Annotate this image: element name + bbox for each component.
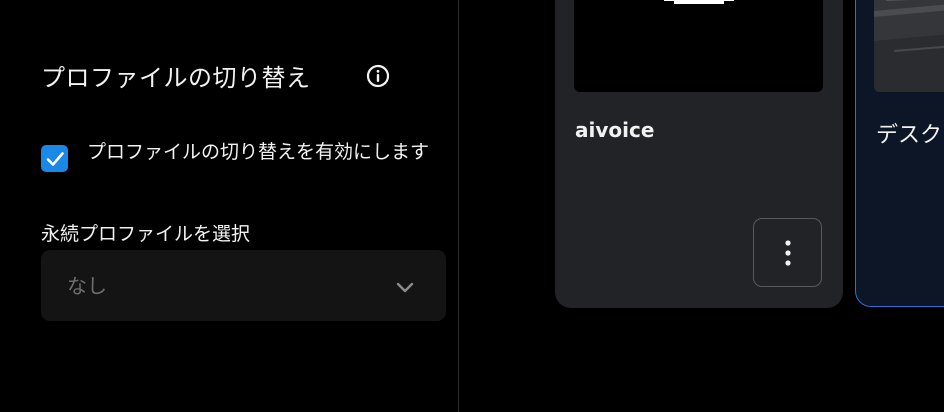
profile-card-selected[interactable]: デスク: [855, 0, 944, 307]
panel-divider: [458, 0, 459, 412]
info-icon[interactable]: [366, 64, 390, 88]
section-title: プロファイルの切り替え: [41, 64, 311, 92]
white-circle-logo-icon: [664, 0, 734, 4]
desk-photo-image: [874, 0, 944, 92]
profile-card-name: デスク: [876, 123, 943, 148]
profile-settings-screen: プロファイルの切り替え プロファイルの切り替えを有効にします 永続プロファイルを…: [0, 0, 944, 412]
persistent-profile-label: 永続プロファイルを選択: [41, 223, 251, 245]
enable-profile-switch-checkbox[interactable]: [41, 145, 68, 172]
persistent-profile-value: なし: [67, 274, 107, 298]
persistent-profile-select[interactable]: なし: [41, 250, 446, 321]
profile-card-menu-button[interactable]: [753, 218, 822, 287]
enable-profile-switch-label[interactable]: プロファイルの切り替えを有効にします: [87, 138, 437, 166]
checkmark-icon: [46, 151, 64, 166]
profile-card-name: aivoice: [575, 118, 655, 142]
chevron-down-icon: [396, 282, 414, 293]
profile-card[interactable]: aivoice: [555, 0, 843, 308]
more-vertical-icon: [784, 239, 791, 266]
profile-thumbnail: [574, 0, 823, 92]
settings-panel: プロファイルの切り替え プロファイルの切り替えを有効にします 永続プロファイルを…: [0, 0, 458, 412]
